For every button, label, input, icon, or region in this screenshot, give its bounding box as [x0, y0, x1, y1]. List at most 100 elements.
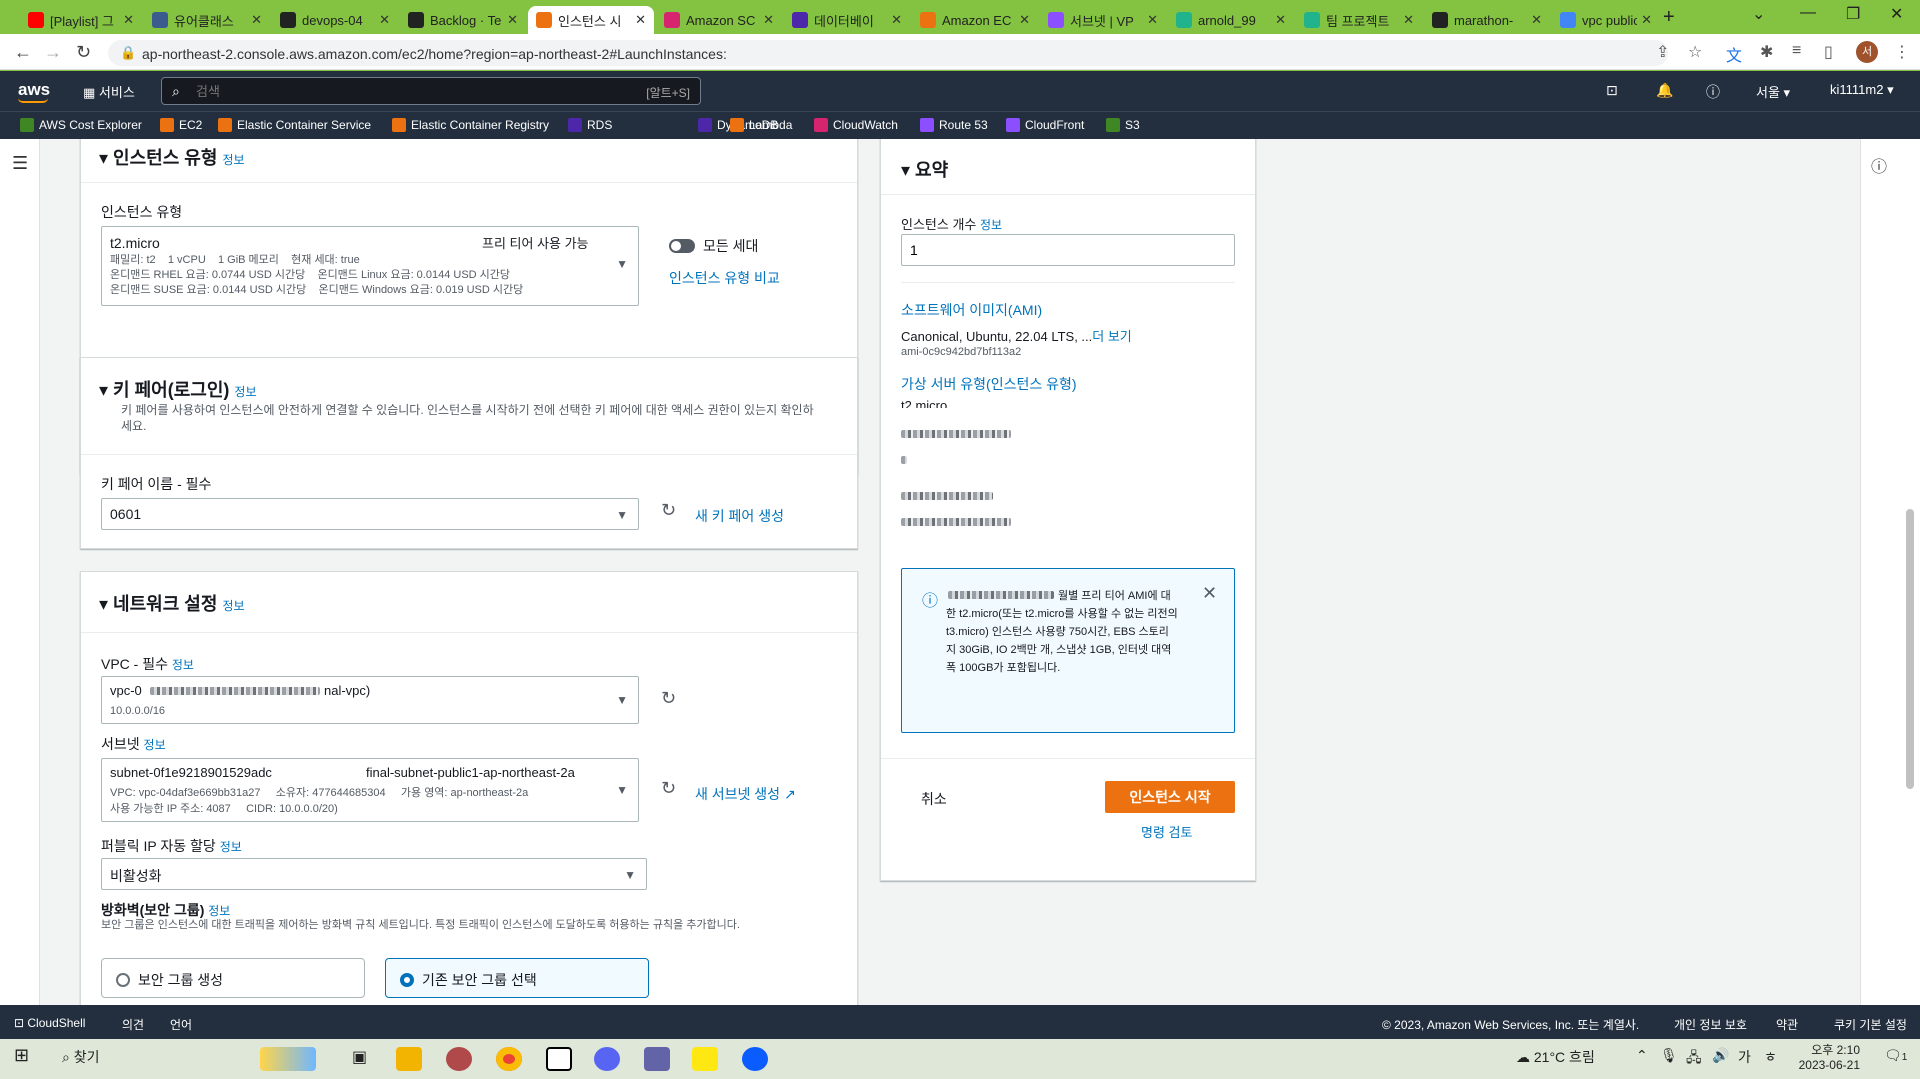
- url-field[interactable]: 🔒 ap-northeast-2.console.aws.amazon.com/…: [108, 40, 1668, 66]
- browser-tab[interactable]: arnold_99 ✕: [1168, 6, 1294, 34]
- public-ip-select[interactable]: 비활성화 ▼: [101, 858, 647, 890]
- favorite-elastic-container-service[interactable]: Elastic Container Service: [218, 118, 371, 132]
- instance-type-heading[interactable]: ▾ 인스턴스 유형 정보: [99, 144, 245, 170]
- app-grid-icon[interactable]: [644, 1047, 670, 1071]
- compare-instance-types-link[interactable]: 인스턴스 유형 비교: [669, 268, 780, 288]
- tab-close-icon[interactable]: ✕: [507, 12, 518, 28]
- browser-tab[interactable]: 유어클래스 ✕: [144, 6, 270, 34]
- refresh-icon[interactable]: ↻: [661, 778, 676, 799]
- key-pair-select[interactable]: 0601 ▼: [101, 498, 639, 530]
- cancel-button[interactable]: 취소: [921, 789, 947, 809]
- tab-close-icon[interactable]: ✕: [1275, 12, 1286, 28]
- kakaotalk-icon[interactable]: [692, 1047, 718, 1071]
- tab-close-icon[interactable]: ✕: [123, 12, 134, 28]
- info-panel-icon[interactable]: ⓘ: [1871, 153, 1887, 177]
- favorite-rds[interactable]: RDS: [568, 118, 612, 132]
- subnet-info-link[interactable]: 정보: [144, 738, 166, 752]
- browser-tab[interactable]: [Playlist] 그 ✕: [20, 6, 142, 34]
- create-key-pair-link[interactable]: 새 키 페어 생성: [695, 506, 784, 526]
- cookie-preferences-link[interactable]: 쿠키 기본 설정: [1834, 1016, 1907, 1033]
- favorite-cloudwatch[interactable]: CloudWatch: [814, 118, 898, 132]
- security-group-info-link[interactable]: 정보: [208, 904, 230, 918]
- browser-menu-icon[interactable]: ⋮: [1894, 42, 1910, 62]
- favorite-s3[interactable]: S3: [1106, 118, 1140, 132]
- restore-button[interactable]: ❐: [1846, 4, 1860, 24]
- region-selector[interactable]: 서울 ▾: [1756, 82, 1790, 101]
- terms-link[interactable]: 약관: [1776, 1016, 1798, 1033]
- instance-count-input[interactable]: 1: [901, 234, 1235, 266]
- account-menu[interactable]: ki1111m2 ▾: [1830, 82, 1894, 98]
- weather-widget[interactable]: ☁ 21°C 흐림: [1516, 1047, 1595, 1067]
- browser-tab[interactable]: vpc public ✕: [1552, 6, 1660, 34]
- tab-close-icon[interactable]: ✕: [1641, 12, 1652, 28]
- tab-close-icon[interactable]: ✕: [251, 12, 262, 28]
- close-window-button[interactable]: ✕: [1890, 4, 1903, 24]
- tab-close-icon[interactable]: ✕: [891, 12, 902, 28]
- instance-type-select[interactable]: t2.micro 프리 티어 사용 가능 패밀리: t2 1 vCPU 1 Gi…: [101, 226, 639, 306]
- browser-tab[interactable]: 서브넷 | VP ✕: [1040, 6, 1166, 34]
- review-commands-link[interactable]: 명령 검토: [1141, 822, 1192, 841]
- cloudshell-footer-button[interactable]: ⊡ CloudShell: [14, 1016, 85, 1030]
- all-generations-toggle[interactable]: 모든 세대: [669, 236, 758, 256]
- privacy-link[interactable]: 개인 정보 보호: [1674, 1016, 1747, 1033]
- tab-close-icon[interactable]: ✕: [635, 12, 646, 28]
- favorite-route-53[interactable]: Route 53: [920, 118, 988, 132]
- tab-close-icon[interactable]: ✕: [379, 12, 390, 28]
- help-icon[interactable]: ⓘ: [1706, 82, 1720, 102]
- vpc-info-link[interactable]: 정보: [172, 658, 194, 672]
- minimize-button[interactable]: —: [1800, 4, 1816, 22]
- tab-close-icon[interactable]: ✕: [1531, 12, 1542, 28]
- tray-chevron-icon[interactable]: ⌃: [1636, 1047, 1648, 1064]
- favorite-lambda[interactable]: Lambda: [730, 118, 792, 132]
- page-scrollbar[interactable]: [1904, 139, 1916, 1005]
- browser-tab[interactable]: Amazon SC ✕: [656, 6, 782, 34]
- browser-tab[interactable]: devops-04 ✕: [272, 6, 398, 34]
- translate-icon[interactable]: 文: [1726, 42, 1742, 66]
- instance-type-summary-link[interactable]: 가상 서버 유형(인스턴스 유형): [901, 374, 1077, 394]
- ami-link[interactable]: 소프트웨어 이미지(AMI): [901, 300, 1042, 320]
- favorite-cloudfront[interactable]: CloudFront: [1006, 118, 1084, 132]
- tab-close-icon[interactable]: ✕: [1019, 12, 1030, 28]
- network-info-link[interactable]: 정보: [222, 599, 244, 613]
- notification-center-icon[interactable]: 🗨1: [1884, 1047, 1907, 1064]
- search-input[interactable]: [196, 82, 616, 100]
- chrome-icon[interactable]: [496, 1047, 522, 1071]
- forward-icon[interactable]: →: [44, 42, 62, 63]
- feedback-link[interactable]: 의견: [122, 1016, 144, 1033]
- close-icon[interactable]: ✕: [1202, 583, 1217, 604]
- refresh-icon[interactable]: ↻: [661, 688, 676, 709]
- microphone-icon[interactable]: 🎙: [1660, 1047, 1678, 1064]
- subnet-select[interactable]: subnet-0f1e9218901529adc final-subnet-pu…: [101, 758, 639, 822]
- tab-close-icon[interactable]: ✕: [1403, 12, 1414, 28]
- extensions-icon[interactable]: ✱: [1760, 42, 1773, 62]
- new-tab-button[interactable]: +: [1663, 6, 1675, 29]
- back-icon[interactable]: ←: [14, 42, 32, 63]
- key-pair-heading[interactable]: ▾ 키 페어(로그인) 정보: [99, 376, 257, 402]
- taskbar-search[interactable]: ⌕ 찾기: [62, 1047, 100, 1067]
- favorite-elastic-container-registry[interactable]: Elastic Container Registry: [392, 118, 549, 132]
- favorite-aws-cost-explorer[interactable]: AWS Cost Explorer: [20, 118, 142, 132]
- browser-tab[interactable]: 데이터베이 ✕: [784, 6, 910, 34]
- browser-tab[interactable]: 인스턴스 시 ✕: [528, 6, 654, 34]
- scrollbar-thumb[interactable]: [1906, 509, 1914, 789]
- browser-tab[interactable]: 팀 프로젝트 ✕: [1296, 6, 1422, 34]
- create-security-group-option[interactable]: 보안 그룹 생성: [101, 958, 365, 998]
- network-icon[interactable]: 🖧: [1686, 1047, 1702, 1071]
- notifications-bell-icon[interactable]: 🔔: [1656, 82, 1673, 99]
- reading-list-icon[interactable]: ≡: [1792, 42, 1801, 60]
- task-view-icon[interactable]: ▣: [352, 1047, 367, 1067]
- profile-avatar[interactable]: 서: [1856, 41, 1878, 63]
- network-heading[interactable]: ▾ 네트워크 설정 정보: [99, 590, 245, 616]
- summary-heading[interactable]: ▾ 요약: [901, 156, 948, 182]
- tab-close-icon[interactable]: ✕: [1147, 12, 1158, 28]
- browser-tab[interactable]: marathon- ✕: [1424, 6, 1550, 34]
- instance-count-info-link[interactable]: 정보: [980, 218, 1002, 232]
- keyboard-icon[interactable]: ㅎ: [1764, 1047, 1777, 1067]
- vpc-select[interactable]: vpc-0 nal-vpc) 10.0.0.0/16 ▼: [101, 676, 639, 724]
- favorite-ec2[interactable]: EC2: [160, 118, 202, 132]
- instance-type-info-link[interactable]: 정보: [222, 153, 244, 167]
- public-ip-info-link[interactable]: 정보: [220, 840, 242, 854]
- aws-logo[interactable]: aws: [18, 80, 50, 103]
- notion-icon[interactable]: [546, 1047, 572, 1071]
- launch-instance-button[interactable]: 인스턴스 시작: [1105, 781, 1235, 813]
